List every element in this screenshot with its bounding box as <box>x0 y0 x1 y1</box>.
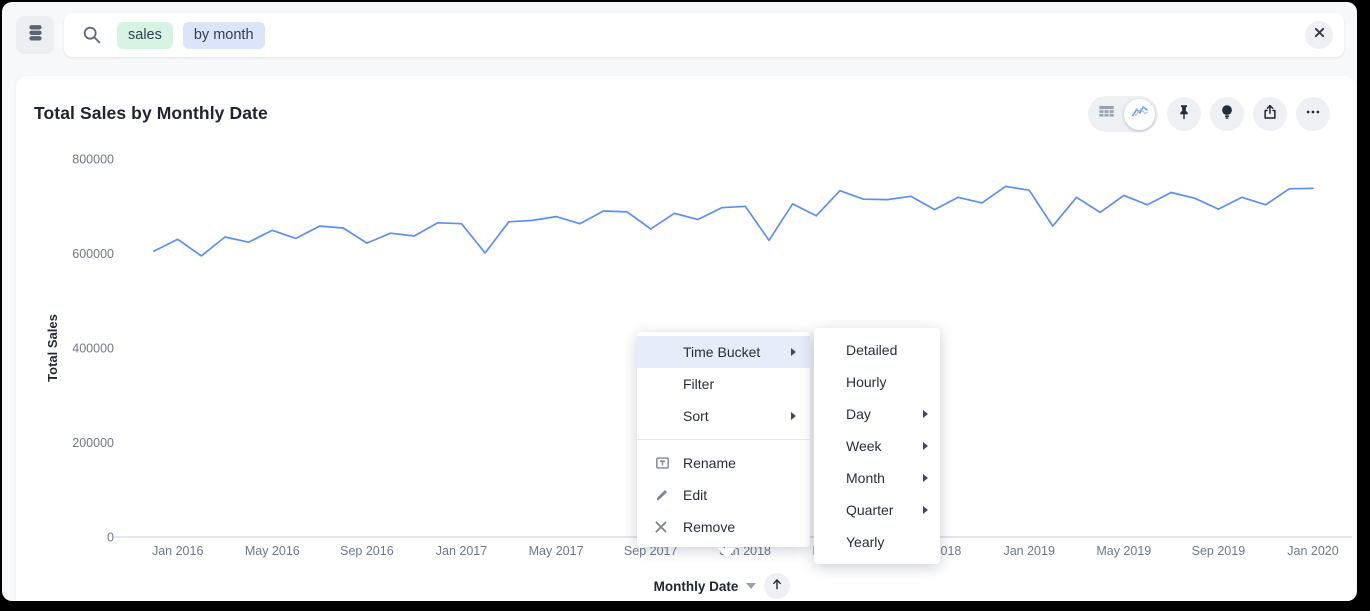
submenu-caret-icon <box>923 442 928 450</box>
svg-text:400000: 400000 <box>72 342 114 356</box>
rename-icon <box>654 455 671 472</box>
menu-item-label: Time Bucket <box>683 344 760 360</box>
menu-item-label: Hourly <box>846 374 886 390</box>
remove-x-icon <box>654 520 668 534</box>
svg-text:Jan 2020: Jan 2020 <box>1287 544 1338 558</box>
submenu-caret-icon <box>923 506 928 514</box>
menu-item-label: Day <box>846 406 871 422</box>
svg-text:Jan 2017: Jan 2017 <box>436 544 487 558</box>
submenu-caret-icon <box>791 412 796 420</box>
svg-text:200000: 200000 <box>72 436 114 450</box>
submenu-item-month[interactable]: Month <box>814 462 940 494</box>
submenu-item-quarter[interactable]: Quarter <box>814 494 940 526</box>
submenu-caret-icon <box>923 474 928 482</box>
menu-item-time-bucket[interactable]: Time Bucket <box>637 336 810 368</box>
submenu-caret-icon <box>923 410 928 418</box>
menu-item-rename[interactable]: Rename <box>637 447 810 479</box>
menu-item-remove[interactable]: Remove <box>637 511 810 543</box>
svg-text:600000: 600000 <box>72 247 114 261</box>
submenu-item-yearly[interactable]: Yearly <box>814 526 940 558</box>
menu-divider <box>637 439 810 440</box>
app-content: sales by month Total Sales by Monthly Da… <box>2 2 1357 601</box>
menu-item-label: Sort <box>683 408 709 424</box>
menu-item-sort[interactable]: Sort <box>637 400 810 432</box>
menu-pointer <box>718 548 736 558</box>
time-bucket-submenu: Detailed Hourly Day Week Month Quarter <box>814 328 940 564</box>
x-axis-column-control[interactable]: Monthly Date <box>622 571 822 601</box>
submenu-item-detailed[interactable]: Detailed <box>814 334 940 366</box>
svg-text:May 2019: May 2019 <box>1096 544 1151 558</box>
svg-text:Total Sales: Total Sales <box>45 314 60 382</box>
svg-text:May 2016: May 2016 <box>245 544 300 558</box>
submenu-item-day[interactable]: Day <box>814 398 940 430</box>
menu-item-label: Quarter <box>846 502 893 518</box>
x-axis-column-label: Monthly Date <box>654 579 739 594</box>
svg-text:800000: 800000 <box>72 153 114 167</box>
menu-item-edit[interactable]: Edit <box>637 479 810 511</box>
submenu-item-hourly[interactable]: Hourly <box>814 366 940 398</box>
svg-text:Jan 2019: Jan 2019 <box>1003 544 1054 558</box>
submenu-item-week[interactable]: Week <box>814 430 940 462</box>
svg-text:Sep 2019: Sep 2019 <box>1192 544 1246 558</box>
menu-item-filter[interactable]: Filter <box>637 368 810 400</box>
menu-item-label: Week <box>846 438 882 454</box>
svg-text:May 2017: May 2017 <box>529 544 584 558</box>
menu-item-label: Remove <box>683 519 735 535</box>
menu-item-label: Filter <box>683 376 714 392</box>
menu-item-label: Edit <box>683 487 707 503</box>
sort-ascending-button[interactable] <box>764 573 790 599</box>
menu-item-label: Rename <box>683 455 736 471</box>
menu-item-label: Month <box>846 470 885 486</box>
app-window: sales by month Total Sales by Monthly Da… <box>0 0 1370 611</box>
submenu-caret-icon <box>791 348 796 356</box>
edit-pencil-icon <box>654 487 670 503</box>
svg-text:Jan 2016: Jan 2016 <box>152 544 203 558</box>
svg-text:0: 0 <box>107 531 114 545</box>
chevron-down-icon[interactable] <box>746 583 756 589</box>
arrow-up-icon <box>770 577 784 596</box>
svg-text:Sep 2016: Sep 2016 <box>340 544 394 558</box>
menu-item-label: Yearly <box>846 534 884 550</box>
menu-item-label: Detailed <box>846 342 897 358</box>
column-context-menu: Time Bucket Filter Sort Rename <box>637 332 810 547</box>
